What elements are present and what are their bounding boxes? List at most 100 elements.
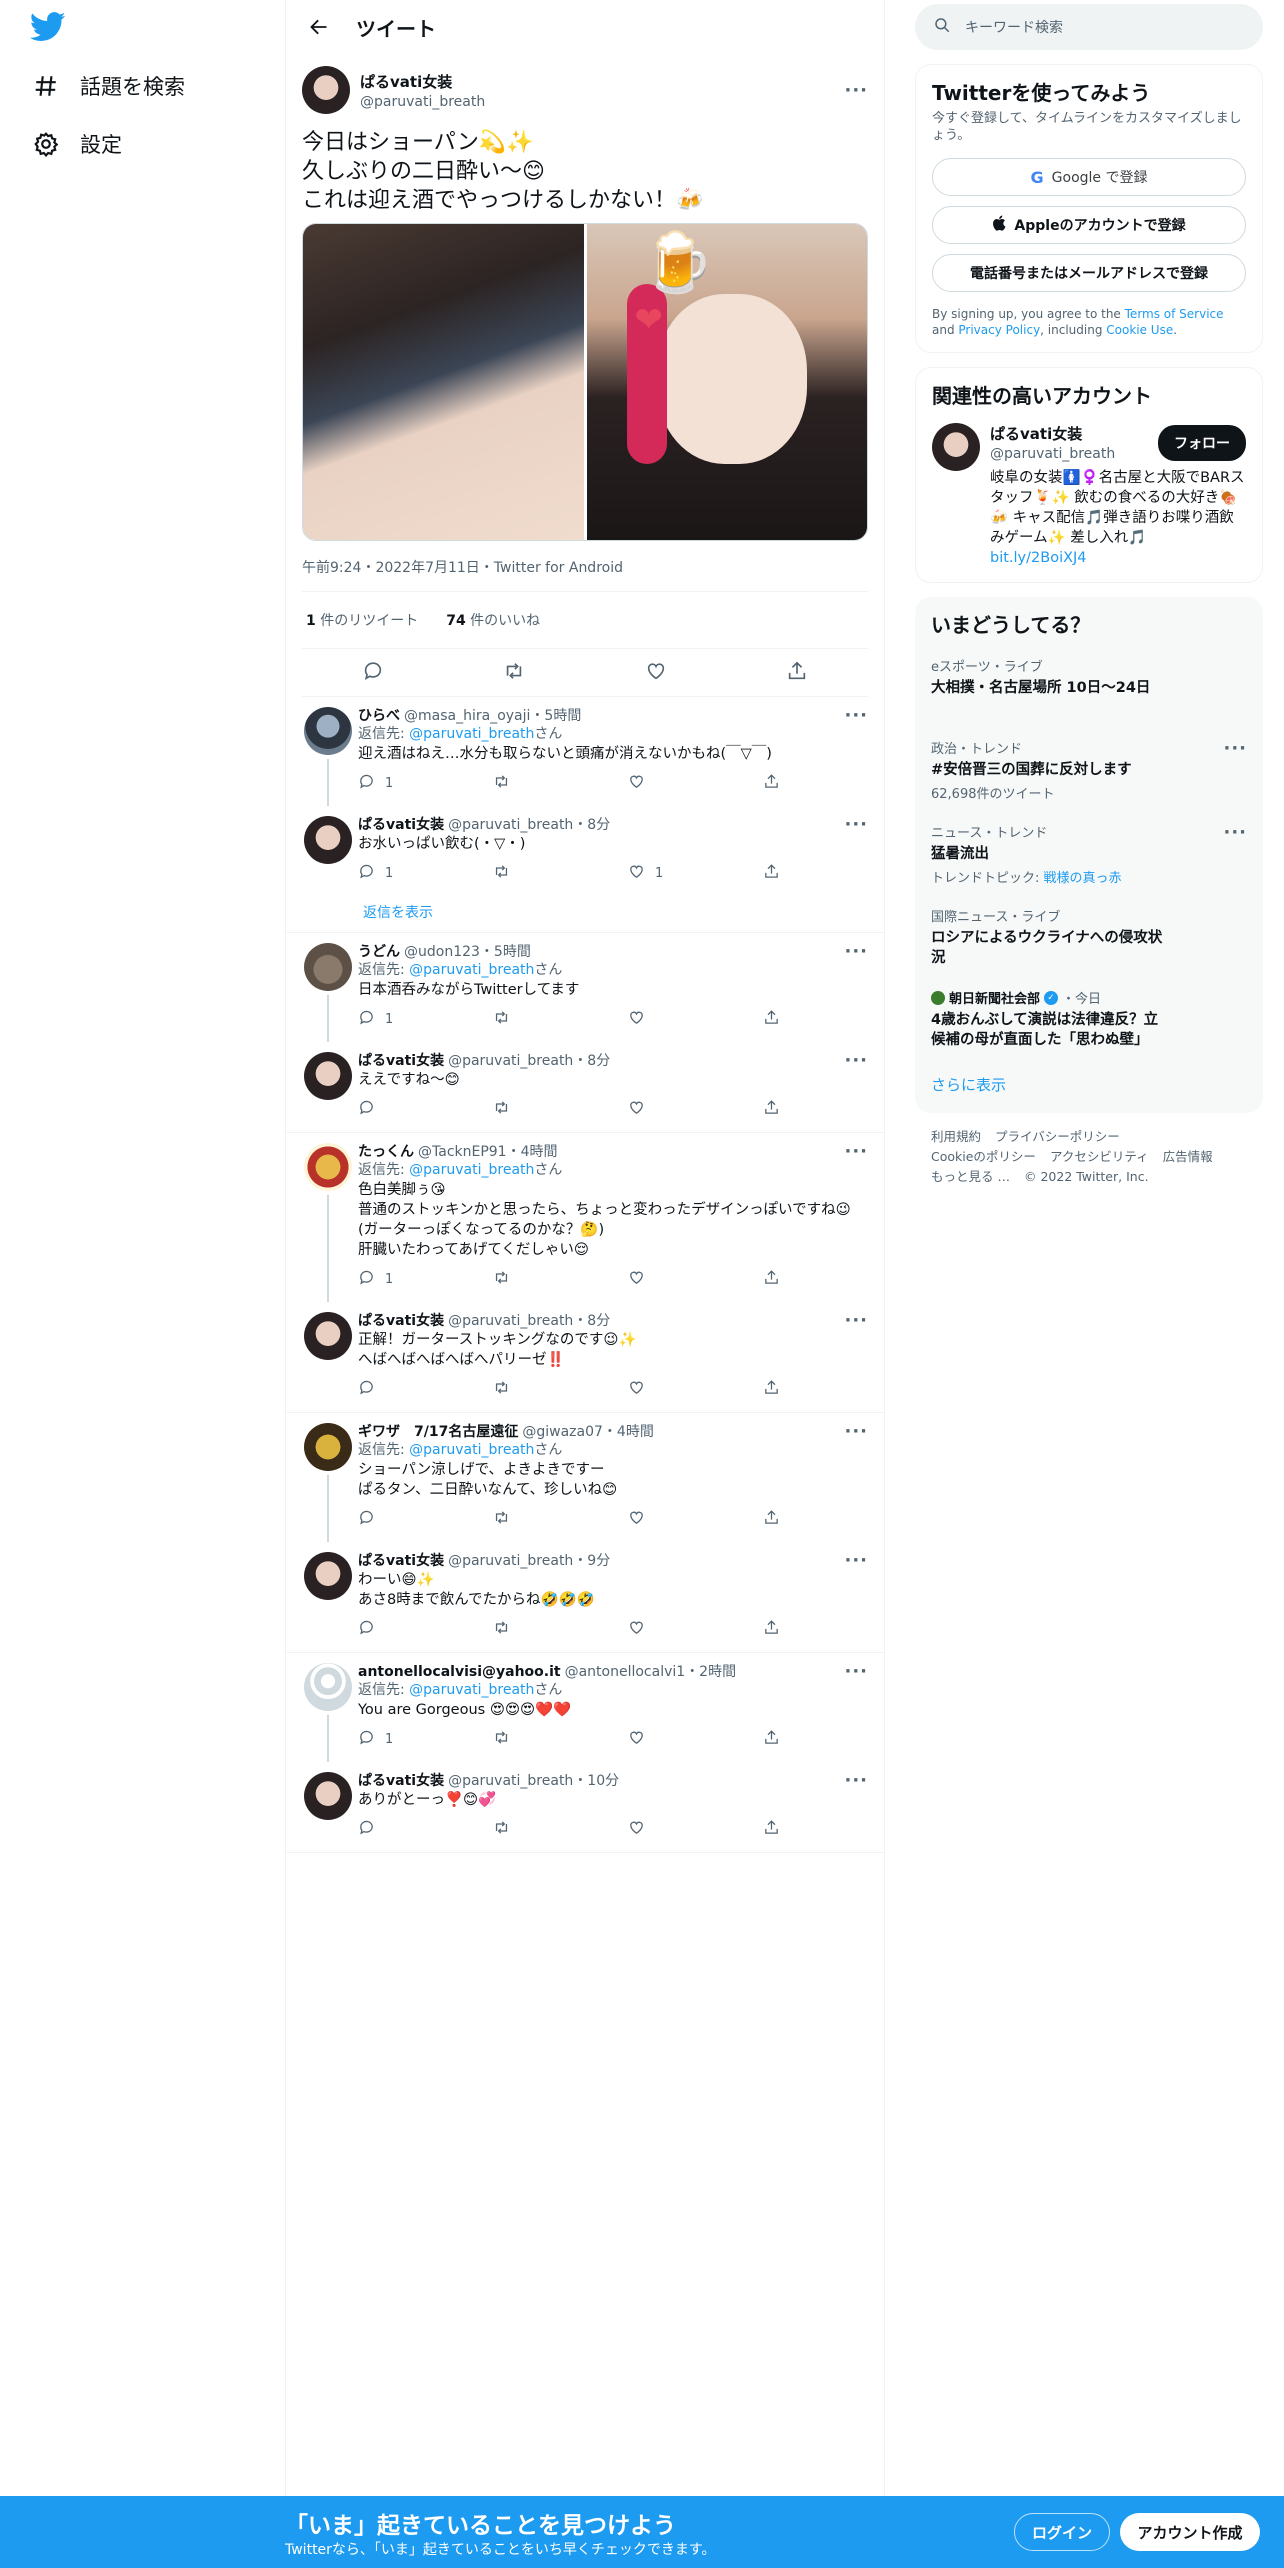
share-button[interactable] (763, 1619, 783, 1640)
terms-link[interactable]: Terms of Service (1125, 307, 1224, 321)
reply-time[interactable]: ・10分 (573, 1772, 619, 1790)
trend-item[interactable]: 政治・トレンド #安倍晋三の国葬に反対します 62,698件のツイート ··· (915, 728, 1263, 812)
related-name[interactable]: ぱるvati女装 (990, 423, 1158, 444)
trend-topic-link[interactable]: 戦様の真っ赤 (1044, 871, 1122, 886)
phone-email-signup-button[interactable]: 電話番号またはメールアドレスで登録 (932, 254, 1246, 292)
avatar[interactable] (304, 816, 352, 864)
photo-right[interactable]: 🍺 ❤ (586, 224, 867, 540)
more-options-icon[interactable]: ··· (844, 1143, 868, 1161)
reply-button[interactable] (358, 1619, 418, 1640)
related-link[interactable]: bit.ly/2BoiXJ4 (990, 548, 1246, 568)
retweet-button[interactable] (493, 1269, 553, 1290)
avatar[interactable] (304, 1312, 352, 1360)
footer-privacy[interactable]: プライバシーポリシー (995, 1129, 1120, 1144)
reply-time[interactable]: ・8分 (573, 1052, 610, 1070)
reply-author-handle[interactable]: @udon123 (404, 943, 480, 961)
reply-button[interactable] (358, 1819, 418, 1840)
reply-author-name[interactable]: ぱるvati女装 (358, 1552, 444, 1570)
like-button[interactable]: 1 (628, 863, 688, 884)
more-options-icon[interactable]: ··· (844, 80, 868, 101)
reply-to-link[interactable]: @paruvati_breath (409, 726, 534, 742)
avatar[interactable] (304, 1052, 352, 1100)
reply-tweet[interactable]: たっくん @TacknEP91 ・4時間 ··· 返信先: @paruvati_… (286, 1133, 884, 1302)
reply-author-handle[interactable]: @antonellocalvi1 (565, 1663, 686, 1681)
more-options-icon[interactable]: ··· (844, 1423, 868, 1441)
retweet-button[interactable] (493, 1619, 553, 1640)
footer-cookie[interactable]: Cookieのポリシー (931, 1149, 1036, 1164)
share-button[interactable] (763, 1509, 783, 1530)
more-options-icon[interactable]: ··· (844, 943, 868, 961)
back-arrow-icon[interactable] (302, 10, 336, 44)
reply-author-name[interactable]: ひらべ (358, 707, 400, 725)
reply-tweet[interactable]: ぱるvati女装 @paruvati_breath ・10分 ··· ありがとー… (286, 1762, 884, 1852)
reply-tweet[interactable]: ギワザ 7/17名古屋遠征 @giwaza07 ・4時間 ··· 返信先: @p… (286, 1413, 884, 1542)
more-options-icon[interactable]: ··· (844, 1663, 868, 1681)
reply-tweet[interactable]: ぱるvati女装 @paruvati_breath ・8分 ··· 正解！ガータ… (286, 1302, 884, 1412)
more-options-icon[interactable]: ··· (1223, 822, 1247, 843)
like-button[interactable] (628, 1379, 688, 1400)
show-replies-link[interactable]: 返信を表示 (286, 896, 884, 932)
retweet-button[interactable] (493, 1509, 553, 1530)
reply-tweet[interactable]: ひらべ @masa_hira_oyaji ・5時間 ··· 返信先: @paru… (286, 697, 884, 806)
reply-time[interactable]: ・5時間 (530, 707, 581, 725)
share-button[interactable] (763, 1819, 783, 1840)
more-options-icon[interactable]: ··· (844, 707, 868, 725)
search-input[interactable]: キーワード検索 (965, 17, 1063, 37)
share-icon[interactable] (786, 660, 808, 686)
share-button[interactable] (763, 1099, 783, 1120)
retweet-count[interactable]: 1 件のリツイート (306, 610, 418, 630)
like-button[interactable] (628, 1509, 688, 1530)
avatar[interactable] (304, 707, 352, 755)
reply-button[interactable] (358, 1379, 418, 1400)
share-button[interactable] (763, 863, 783, 884)
reply-time[interactable]: ・5時間 (480, 943, 531, 961)
reply-tweet[interactable]: ぱるvati女装 @paruvati_breath ・8分 ··· お水いっぱい… (286, 806, 884, 896)
reply-button[interactable] (358, 1099, 418, 1120)
reply-button[interactable]: 1 (358, 1269, 418, 1290)
show-more-link[interactable]: さらに表示 (915, 1060, 1263, 1113)
retweet-button[interactable] (493, 1009, 553, 1030)
retweet-button[interactable] (493, 773, 553, 794)
tweet-timestamp[interactable]: 午前9:24・2022年7月11日・Twitter for Android (302, 541, 868, 592)
share-button[interactable] (763, 1379, 783, 1400)
reply-author-handle[interactable]: @masa_hira_oyaji (404, 707, 530, 725)
like-button[interactable] (628, 1729, 688, 1750)
reply-author-handle[interactable]: @giwaza07 (522, 1423, 603, 1441)
cookie-link[interactable]: Cookie Use (1106, 323, 1173, 337)
reply-to-link[interactable]: @paruvati_breath (409, 1442, 534, 1458)
share-button[interactable] (763, 1729, 783, 1750)
google-signup-button[interactable]: G Google で登録 (932, 158, 1246, 196)
reply-author-name[interactable]: ぱるvati女装 (358, 1052, 444, 1070)
reply-time[interactable]: ・4時間 (603, 1423, 654, 1441)
footer-more[interactable]: もっと見る … (931, 1169, 1010, 1184)
nav-settings[interactable]: 設定 (32, 124, 122, 164)
more-options-icon[interactable]: ··· (1223, 738, 1247, 759)
like-button[interactable] (628, 1269, 688, 1290)
like-icon[interactable] (645, 660, 667, 686)
nav-explore[interactable]: 話題を検索 (32, 66, 185, 106)
reply-author-name[interactable]: antonellocalvisi@yahoo.it (358, 1663, 561, 1681)
footer-accessibility[interactable]: アクセシビリティ (1050, 1149, 1149, 1164)
share-button[interactable] (763, 1009, 783, 1030)
reply-button[interactable]: 1 (358, 863, 418, 884)
like-count[interactable]: 74 件のいいね (446, 610, 540, 630)
share-button[interactable] (763, 1269, 783, 1290)
reply-author-handle[interactable]: @TacknEP91 (418, 1143, 507, 1161)
footer-ads[interactable]: 広告情報 (1163, 1149, 1213, 1164)
share-button[interactable] (763, 773, 783, 794)
reply-author-name[interactable]: ぱるvati女装 (358, 1772, 444, 1790)
reply-author-handle[interactable]: @paruvati_breath (448, 1312, 573, 1330)
signup-button[interactable]: アカウント作成 (1120, 2513, 1260, 2551)
reply-button[interactable] (358, 1509, 418, 1530)
avatar[interactable] (304, 1552, 352, 1600)
more-options-icon[interactable]: ··· (844, 1772, 868, 1790)
photo-left[interactable] (303, 224, 584, 540)
trend-item[interactable]: eスポーツ・ライブ 大相撲・名古屋場所 10日〜24日 (915, 646, 1263, 728)
avatar[interactable] (302, 66, 350, 114)
retweet-button[interactable] (493, 863, 553, 884)
reply-time[interactable]: ・2時間 (685, 1663, 736, 1681)
reply-author-handle[interactable]: @paruvati_breath (448, 1052, 573, 1070)
retweet-icon[interactable] (503, 660, 525, 686)
reply-author-handle[interactable]: @paruvati_breath (448, 1552, 573, 1570)
trend-item[interactable]: 朝日新聞社会部 ✓ ・今日 4歳おんぶして演説は法律違反？立候補の母が直面した「… (915, 978, 1263, 1060)
